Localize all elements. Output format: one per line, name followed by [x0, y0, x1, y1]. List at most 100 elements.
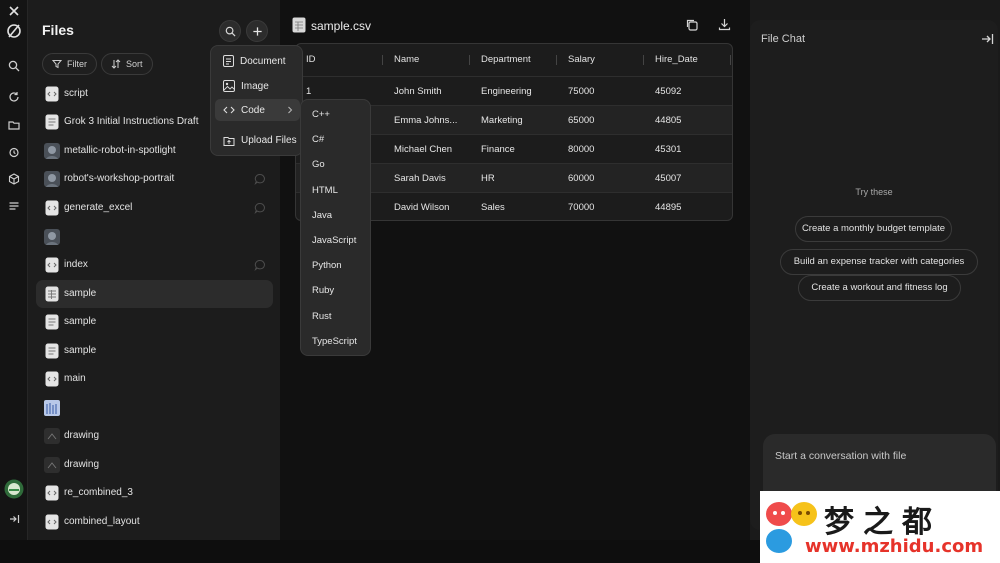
suggestion-chip[interactable]: Create a workout and fitness log [798, 275, 961, 301]
file-name: re_combined_3 [64, 487, 133, 498]
file-name: drawing [64, 459, 100, 470]
file-name: combined_layout [64, 516, 140, 527]
table-cell[interactable]: Marketing [481, 106, 523, 135]
table-cell[interactable]: 45007 [655, 164, 681, 193]
suggestion-chip[interactable]: Create a monthly budget template [795, 216, 952, 242]
column-divider[interactable] [469, 55, 470, 65]
table-cell[interactable]: Engineering [481, 77, 532, 106]
table-cell[interactable]: David Wilson [394, 193, 449, 220]
column-divider[interactable] [730, 55, 731, 65]
document-icon [223, 55, 234, 67]
copy-icon[interactable] [685, 18, 698, 31]
menu-item-upload-files[interactable]: Upload Files [215, 129, 300, 151]
table-cell[interactable]: John Smith [394, 77, 442, 106]
file-list-item[interactable]: index [36, 251, 273, 279]
column-header[interactable]: ID [306, 44, 316, 76]
chat-input[interactable]: Start a conversation with file [775, 450, 906, 462]
file-list-item[interactable]: main [36, 365, 273, 393]
cube-icon[interactable] [5, 170, 23, 188]
watermark: 梦之都 www.mzhidu.com [760, 491, 1000, 563]
search-button[interactable] [219, 20, 241, 42]
drawing-icon [44, 428, 60, 444]
file-list-item[interactable]: robot's-workshop-portrait [36, 165, 273, 193]
column-divider[interactable] [643, 55, 644, 65]
table-cell[interactable]: 44895 [655, 193, 681, 220]
column-header[interactable]: Salary [568, 44, 595, 76]
column-header[interactable]: Department [481, 44, 531, 76]
table-cell[interactable]: Michael Chen [394, 135, 452, 164]
file-name: sample [64, 316, 97, 327]
code-file-icon [44, 257, 60, 273]
file-list-item[interactable]: re_combined_3 [36, 479, 273, 507]
menu-item-document[interactable]: Document [215, 50, 300, 72]
table-cell[interactable]: 45301 [655, 135, 681, 164]
code-language-item[interactable]: Ruby [312, 285, 334, 296]
download-icon[interactable] [718, 18, 731, 31]
close-icon[interactable] [5, 2, 23, 20]
try-these-label: Try these [855, 187, 893, 197]
column-divider[interactable] [382, 55, 383, 65]
search-icon[interactable] [5, 57, 23, 75]
column-header[interactable]: Hire_Date [655, 44, 698, 76]
file-name: sample [64, 345, 97, 356]
chat-bubble-icon[interactable] [254, 173, 266, 185]
code-language-item[interactable]: Java [312, 210, 332, 221]
table-cell[interactable]: 60000 [568, 164, 594, 193]
file-list-item[interactable]: sample [36, 280, 273, 308]
file-name: Grok 3 Initial Instructions Draft [64, 116, 199, 127]
menu-item-image[interactable]: Image [215, 75, 300, 97]
code-language-item[interactable]: C# [312, 134, 324, 145]
file-name: robot's-workshop-portrait [64, 173, 175, 184]
file-list-item[interactable]: sample [36, 337, 273, 365]
table-cell[interactable]: HR [481, 164, 495, 193]
document-title: sample.csv [311, 19, 372, 33]
file-list-item[interactable]: drawing [36, 422, 273, 450]
file-list-item[interactable]: generate_excel [36, 194, 273, 222]
chat-bubble-icon[interactable] [254, 202, 266, 214]
table-cell[interactable]: Finance [481, 135, 515, 164]
code-language-item[interactable]: Rust [312, 311, 332, 322]
table-cell[interactable]: Sarah Davis [394, 164, 446, 193]
code-language-item[interactable]: C++ [312, 109, 330, 120]
sort-label: Sort [126, 59, 143, 69]
file-list-item[interactable]: sample [36, 308, 273, 336]
column-divider[interactable] [556, 55, 557, 65]
table-cell[interactable]: 80000 [568, 135, 594, 164]
menu-item-code[interactable]: Code [215, 99, 300, 121]
code-language-item[interactable]: Go [312, 159, 325, 170]
alarm-icon[interactable] [5, 143, 23, 161]
chat-bubble-icon[interactable] [254, 259, 266, 271]
code-language-item[interactable]: Python [312, 260, 342, 271]
table-cell[interactable]: 75000 [568, 77, 594, 106]
sort-button[interactable]: Sort [101, 53, 153, 75]
code-language-item[interactable]: TypeScript [312, 336, 357, 347]
file-list-item[interactable]: drawing [36, 451, 273, 479]
add-button[interactable] [246, 20, 268, 42]
file-list-item[interactable] [36, 394, 273, 422]
suggestion-chip[interactable]: Build an expense tracker with categories [780, 249, 978, 275]
refresh-icon[interactable] [5, 88, 23, 106]
avatar[interactable] [3, 478, 25, 500]
code-language-item[interactable]: JavaScript [312, 235, 356, 246]
filter-button[interactable]: Filter [42, 53, 97, 75]
file-list-item[interactable]: combined_layout [36, 508, 273, 536]
menu-icon[interactable] [5, 197, 23, 215]
drawing-icon [44, 457, 60, 473]
column-header[interactable]: Name [394, 44, 419, 76]
table-cell[interactable]: Sales [481, 193, 505, 220]
grok-logo-icon[interactable] [5, 22, 23, 40]
code-language-item[interactable]: HTML [312, 185, 338, 196]
table-cell[interactable]: 65000 [568, 106, 594, 135]
table-cell[interactable]: 45092 [655, 77, 681, 106]
sort-icon [111, 59, 121, 69]
collapse-panel-icon[interactable] [981, 33, 994, 45]
image-thumbnail-icon [44, 229, 60, 245]
table-cell[interactable]: Emma Johns... [394, 106, 457, 135]
watermark-text: 梦之都 [824, 505, 941, 540]
file-list-item[interactable] [36, 223, 273, 251]
table-cell[interactable]: 44805 [655, 106, 681, 135]
table-cell[interactable]: 70000 [568, 193, 594, 220]
collapse-sidebar-icon[interactable] [5, 510, 23, 528]
folder-icon[interactable] [5, 116, 23, 134]
file-name: script [64, 88, 88, 99]
